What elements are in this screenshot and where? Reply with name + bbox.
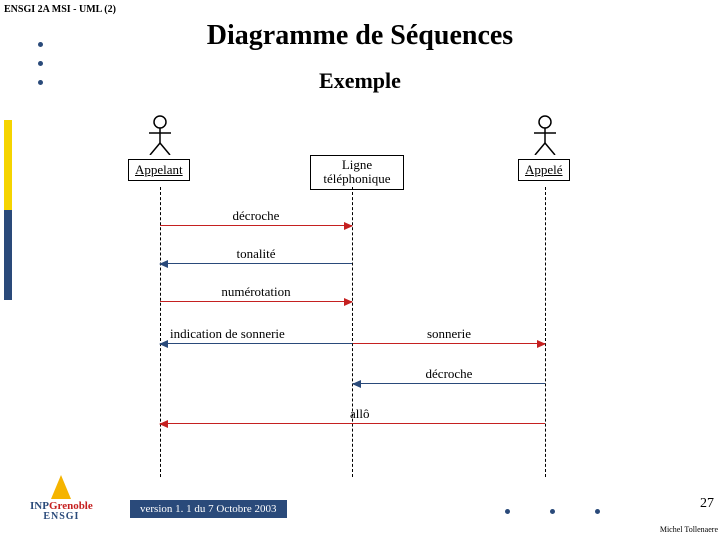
lifeline-line <box>352 187 353 477</box>
lifeline-callee <box>545 187 546 477</box>
slide-subtitle: Exemple <box>0 68 720 94</box>
author-name: Michel Tollenaere <box>660 525 718 534</box>
msg-numerotation-label: numérotation <box>221 284 290 300</box>
logo: INPGrenoble ENSGI <box>30 475 93 522</box>
left-stripe <box>4 120 12 300</box>
logo-ensgi: ENSGI <box>30 512 93 522</box>
participant-caller: Appelant <box>128 159 190 181</box>
footer-dots <box>505 509 600 514</box>
slide-header: ENSGI 2A MSI - UML (2) <box>4 4 116 15</box>
msg-decroche-1: décroche <box>160 225 352 227</box>
msg-decroche-2: décroche <box>353 383 545 385</box>
actor-callee-icon <box>532 115 558 155</box>
lifeline-caller <box>160 187 161 477</box>
slide-title: Diagramme de Séquences <box>0 20 720 52</box>
msg-sonnerie-label: sonnerie <box>427 326 471 342</box>
msg-indication-sonnerie: indication de sonnerie <box>160 343 352 345</box>
version-text: version 1. 1 du 7 Octobre 2003 <box>130 500 287 518</box>
msg-allo-label: allô <box>350 406 370 422</box>
participant-line-label: Ligne téléphonique <box>317 158 397 187</box>
msg-decroche-1-label: décroche <box>233 208 280 224</box>
participant-line: Ligne téléphonique <box>310 155 404 190</box>
msg-allo: allô <box>160 423 545 425</box>
page-number: 27 <box>700 496 714 512</box>
msg-decroche-2-label: décroche <box>426 366 473 382</box>
participant-callee: Appelé <box>518 159 570 181</box>
msg-numerotation: numérotation <box>160 301 352 303</box>
sequence-diagram: Appelant Ligne téléphonique Appelé décro… <box>100 115 620 475</box>
msg-indication-sonnerie-label: indication de sonnerie <box>170 326 285 342</box>
msg-tonalite-label: tonalité <box>237 246 276 262</box>
actor-caller-icon <box>147 115 173 155</box>
msg-tonalite: tonalité <box>160 263 352 265</box>
msg-sonnerie: sonnerie <box>353 343 545 345</box>
